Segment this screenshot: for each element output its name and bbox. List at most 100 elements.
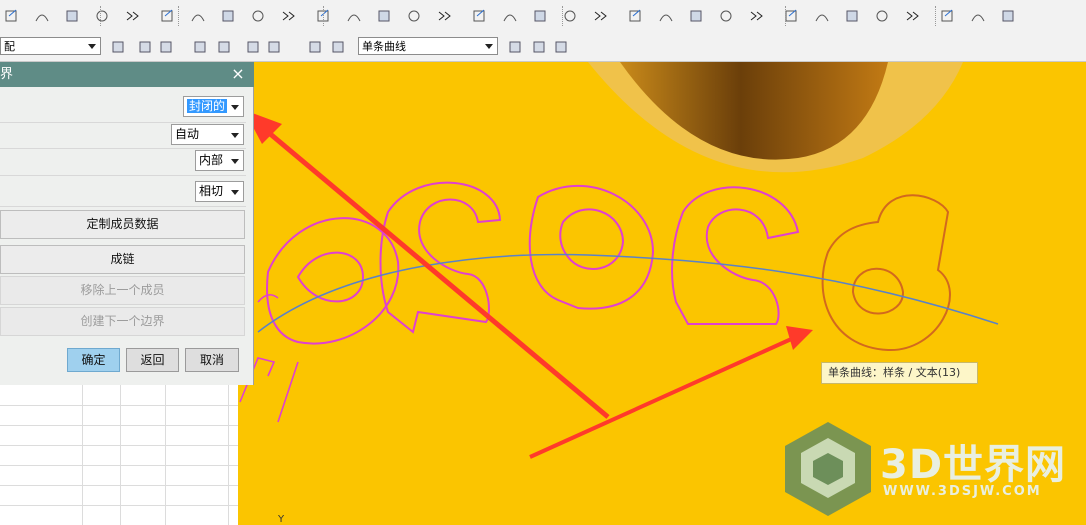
- watermark-url: WWW.3DSJW.COM: [883, 484, 1042, 499]
- selection-toolbar: 配 单条曲线: [0, 33, 1086, 62]
- view-icon[interactable]: [814, 8, 830, 24]
- curve-rule-dropdown[interactable]: 单条曲线: [358, 37, 498, 55]
- blend-icon[interactable]: [280, 8, 296, 24]
- intersection-icon[interactable]: [216, 39, 232, 55]
- line-icon[interactable]: [436, 8, 452, 24]
- mode-value: 自动: [175, 127, 200, 141]
- datum-icon[interactable]: [532, 8, 548, 24]
- arrow-head-2: [786, 326, 813, 350]
- point-snap-icon[interactable]: [904, 8, 920, 24]
- cancel-button[interactable]: 取消: [185, 348, 239, 372]
- toolbar-separator: [785, 6, 786, 26]
- chevron-down-icon: [485, 44, 493, 49]
- sweep-icon[interactable]: [160, 8, 176, 24]
- show-icon[interactable]: [1000, 8, 1016, 24]
- plus-icon[interactable]: [158, 39, 174, 55]
- axis-label: Y: [277, 514, 285, 525]
- surface-icon[interactable]: [718, 8, 734, 24]
- curve-icon[interactable]: [34, 8, 50, 24]
- back-button[interactable]: 返回: [126, 348, 179, 372]
- cube-icon[interactable]: [330, 39, 346, 55]
- sketch-icon[interactable]: [4, 8, 20, 24]
- next-arrow-icon[interactable]: [553, 39, 569, 55]
- pick-icon[interactable]: [137, 39, 153, 55]
- glyph-outline-3: [528, 185, 655, 310]
- close-icon[interactable]: ×: [230, 66, 246, 82]
- custom-member-data-button[interactable]: 定制成员数据: [0, 210, 245, 239]
- selection-tooltip: 单条曲线：样条 / 文本(13): [821, 362, 978, 384]
- tangent-value: 相切: [199, 184, 224, 198]
- polygon-icon[interactable]: [245, 39, 261, 55]
- point-icon[interactable]: [502, 8, 518, 24]
- fit-icon[interactable]: [658, 8, 674, 24]
- tooltip-text: 单条曲线：样条 / 文本(13): [828, 366, 961, 379]
- spline-icon[interactable]: [688, 8, 704, 24]
- box-select-icon[interactable]: [266, 39, 282, 55]
- mesh-icon[interactable]: [748, 8, 764, 24]
- filter-icon[interactable]: [844, 8, 860, 24]
- graphics-viewport[interactable]: Y 单条曲线：样条 / 文本(13) 3D世界网 WWW.3DSJW.COM: [238, 62, 1086, 525]
- glyph-outline-4: [671, 186, 800, 325]
- tangent-dropdown[interactable]: 相切: [195, 181, 244, 202]
- remove-last-member-button[interactable]: 移除上一个成员: [0, 276, 245, 305]
- divider: [0, 175, 246, 176]
- watermark-logo: 3D世界网 WWW.3DSJW.COM: [783, 420, 1083, 520]
- glyph-outline-5-selected: [821, 194, 951, 352]
- dialog-titlebar[interactable]: 界 ×: [0, 62, 254, 87]
- intersect-icon[interactable]: [592, 8, 608, 24]
- boundary-dialog: 界 × 封闭的 自动 内部 相切 定制成员数据 成链 移除上一个成员 创建下一个…: [0, 62, 254, 385]
- watermark-brand: 3D世界网: [880, 442, 1067, 488]
- filter-dropdown[interactable]: 配: [0, 37, 101, 55]
- divider: [0, 122, 246, 123]
- glyph-inner-3: [559, 208, 625, 270]
- hide-icon[interactable]: [970, 8, 986, 24]
- create-next-boundary-button[interactable]: 创建下一个边界: [0, 307, 245, 336]
- main-toolbar: [0, 0, 1086, 34]
- ok-button[interactable]: 确定: [67, 348, 120, 372]
- hole-icon[interactable]: [316, 8, 332, 24]
- select-all-icon[interactable]: [110, 39, 126, 55]
- text-outline-group: [266, 181, 951, 352]
- toolbar-separator: [100, 6, 101, 26]
- chevron-down-icon: [88, 44, 96, 49]
- offset-icon[interactable]: [64, 8, 80, 24]
- spline-curve[interactable]: [257, 253, 999, 333]
- glyph-inner-1: [296, 251, 365, 303]
- project-icon[interactable]: [562, 8, 578, 24]
- type-dropdown[interactable]: 封闭的: [183, 96, 244, 117]
- filter-select-icon[interactable]: [531, 39, 547, 55]
- divider: [0, 148, 246, 149]
- mode-dropdown[interactable]: 自动: [171, 124, 244, 145]
- chain-button[interactable]: 成链: [0, 245, 245, 274]
- revolve-icon[interactable]: [220, 8, 236, 24]
- pocket-icon[interactable]: [376, 8, 392, 24]
- bridge-icon[interactable]: [628, 8, 644, 24]
- pattern-icon[interactable]: [94, 8, 110, 24]
- snap-point-icon[interactable]: [192, 39, 208, 55]
- chevron-down-icon: [231, 159, 239, 164]
- arrow-line-1: [254, 120, 610, 419]
- snap-icon[interactable]: [874, 8, 890, 24]
- inner-value: 内部: [199, 153, 224, 167]
- filter-dropdown-value: 配: [4, 40, 15, 53]
- more-icon[interactable]: [124, 8, 140, 24]
- curve-rule-value: 单条曲线: [362, 40, 406, 53]
- feature-icon[interactable]: [406, 8, 422, 24]
- extrude-icon[interactable]: [190, 8, 206, 24]
- chevron-down-icon: [231, 105, 239, 110]
- chevron-down-icon: [231, 133, 239, 138]
- glyph-outline-1: [266, 217, 400, 345]
- trim-icon[interactable]: [250, 8, 266, 24]
- boss-icon[interactable]: [346, 8, 362, 24]
- arrow-icon[interactable]: [940, 8, 956, 24]
- tangent-icon[interactable]: [507, 39, 523, 55]
- toolbar-separator: [178, 6, 179, 26]
- inner-dropdown[interactable]: 内部: [195, 150, 244, 171]
- arc-icon[interactable]: [472, 8, 488, 24]
- render-icon[interactable]: [784, 8, 800, 24]
- chevron-down-icon: [231, 190, 239, 195]
- cube-logo-icon: [785, 422, 871, 516]
- divider: [0, 206, 246, 207]
- solid-icon[interactable]: [307, 39, 323, 55]
- toolbar-separator: [323, 6, 324, 26]
